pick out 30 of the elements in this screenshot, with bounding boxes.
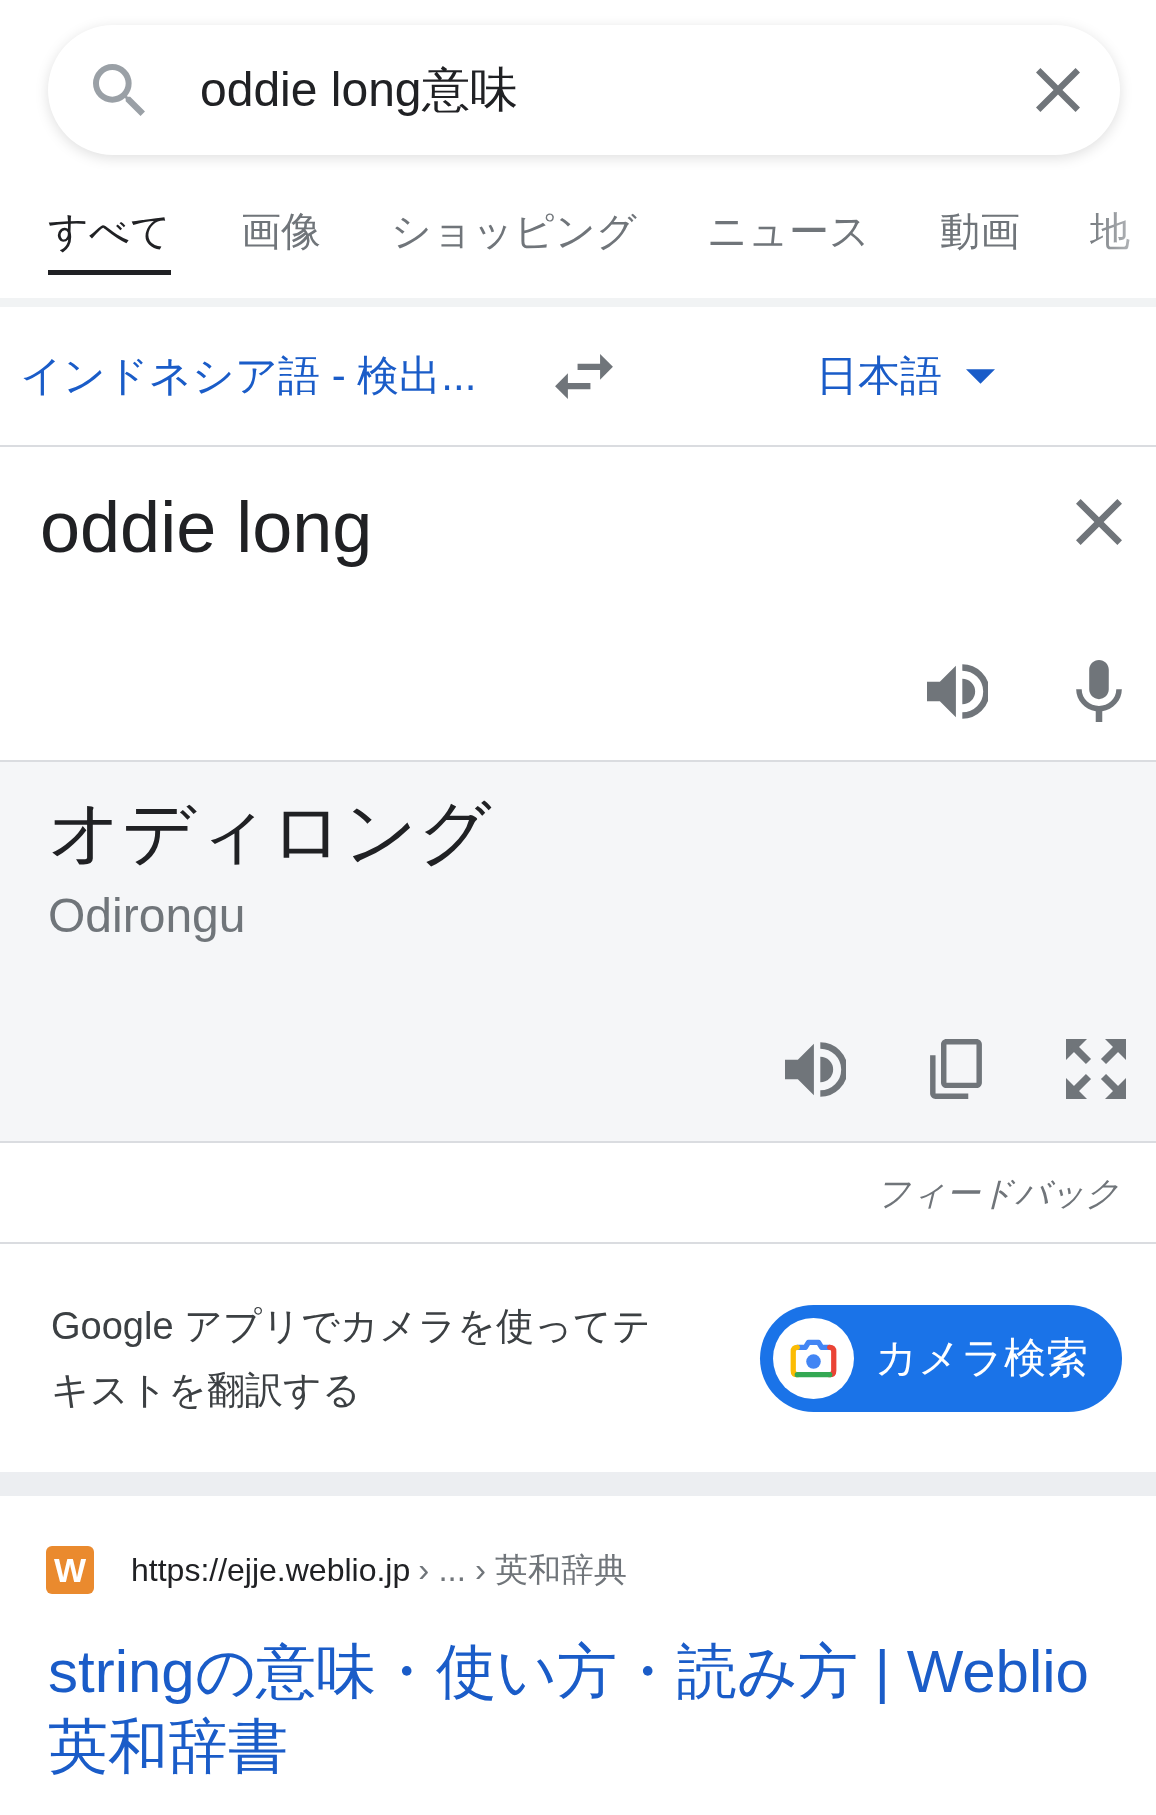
tab[interactable]: 動画 [940,211,1020,275]
translation-text: オディロング [48,791,492,874]
speaker-icon[interactable] [927,664,988,719]
tab[interactable]: 画像 [241,211,321,275]
tab[interactable]: ショッピング [391,211,637,275]
target-language-button[interactable]: 日本語 [816,350,995,402]
search-icon [93,64,145,116]
close-icon[interactable] [1036,68,1080,112]
tab[interactable]: ニュース [707,211,870,275]
breadcrumb-path: › ... › 英和辞典 [418,1550,628,1590]
close-icon[interactable] [1076,499,1122,545]
source-text[interactable]: oddie long [40,485,373,569]
search-field[interactable]: oddie long意味 [48,25,1120,155]
camera-icon [773,1317,854,1399]
microphone-icon[interactable] [1076,660,1122,722]
source-language-button[interactable]: インドネシア語 - 検出... [20,350,535,402]
result-url: https://ejje.weblio.jp [131,1551,411,1590]
speaker-icon[interactable] [785,1041,846,1097]
site-logo: W [46,1546,94,1594]
camera-search-button[interactable]: カメラ検索 [760,1304,1122,1412]
search-query[interactable]: oddie long意味 [200,61,518,119]
feedback-link[interactable]: フィードバック [876,1171,1120,1214]
result-title-link[interactable]: stringの意味・使い方・読み方 | Weblio英和辞書 [48,1634,1126,1784]
expand-icon[interactable] [1066,1039,1126,1099]
romanization-text: Odirongu [48,888,246,944]
camera-promo-text: Google アプリでカメラを使ってテキストを翻訳する [51,1304,653,1413]
tab[interactable]: すべて [48,211,171,275]
swap-icon[interactable] [555,353,613,399]
caret-icon [966,368,995,384]
copy-icon[interactable] [930,1039,982,1099]
